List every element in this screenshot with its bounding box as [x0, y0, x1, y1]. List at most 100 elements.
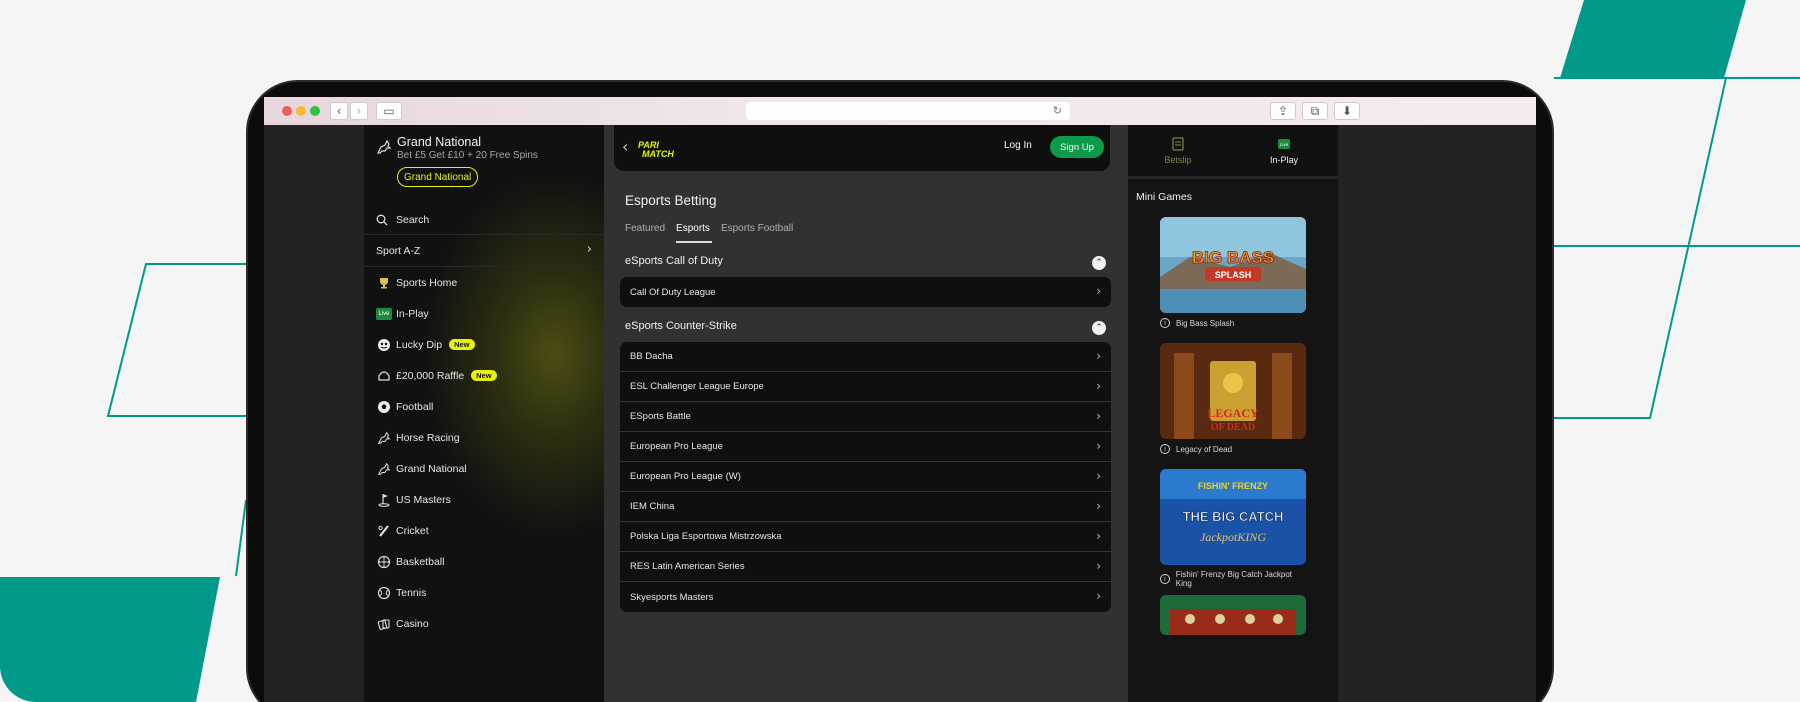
- tabs-button[interactable]: ⧉: [1302, 102, 1328, 120]
- game-thumbnail[interactable]: FISHIN' FRENZY THE BIG CATCH JackpotKING: [1160, 469, 1306, 565]
- sidebar-item-basketball[interactable]: Basketball: [364, 546, 604, 577]
- tab-featured[interactable]: Featured: [625, 223, 665, 234]
- search-icon: [376, 214, 388, 225]
- competition-row[interactable]: European Pro League ›: [620, 432, 1111, 462]
- game-caption: i Legacy of Dead: [1160, 444, 1306, 454]
- competition-row[interactable]: ESports Battle ›: [620, 402, 1111, 432]
- downloads-button[interactable]: ⬇: [1334, 102, 1360, 120]
- chevron-right-icon: ›: [1096, 529, 1101, 543]
- sport-az-item[interactable]: Sport A-Z ›: [364, 235, 604, 267]
- back-arrow-icon[interactable]: ‹: [622, 137, 628, 156]
- sidebar-item-label: £20,000 Raffle: [396, 369, 465, 382]
- thumb-subtitle: THE BIG CATCH: [1183, 509, 1284, 524]
- signup-button[interactable]: Sign Up: [1050, 136, 1104, 158]
- raffle-icon: [375, 367, 393, 385]
- forward-nav-button[interactable]: ›: [350, 102, 368, 120]
- sidebar-item-label: Football: [396, 400, 434, 413]
- section-title-call-of-duty: eSports Call of Duty: [625, 255, 723, 267]
- sidebar-item-grand-national[interactable]: Grand National: [364, 453, 604, 484]
- maximize-window-button[interactable]: [310, 106, 320, 116]
- sidebar-item-raffle[interactable]: £20,000 Raffle New: [364, 360, 604, 391]
- competition-row[interactable]: Call Of Duty League ›: [620, 277, 1111, 307]
- minimize-window-button[interactable]: [296, 106, 306, 116]
- basketball-icon: [375, 553, 393, 571]
- tab-esports[interactable]: Esports: [676, 223, 712, 243]
- info-icon[interactable]: i: [1160, 574, 1170, 584]
- collapse-chevron-up-icon[interactable]: ⌃: [1092, 321, 1106, 335]
- trophy-icon: [375, 274, 393, 292]
- competition-row[interactable]: BB Dacha ›: [620, 342, 1111, 372]
- competition-row[interactable]: ESL Challenger League Europe ›: [620, 372, 1111, 402]
- game-thumbnail[interactable]: [1160, 595, 1306, 635]
- parimatch-logo[interactable]: PARI MATCH: [638, 139, 692, 159]
- chevron-right-icon: ›: [1096, 409, 1101, 423]
- sidebar-item-label: Cricket: [396, 524, 429, 537]
- competition-row[interactable]: RES Latin American Series ›: [620, 552, 1111, 582]
- competition-row[interactable]: IEM China ›: [620, 492, 1111, 522]
- sidebar-item-football[interactable]: Football: [364, 391, 604, 422]
- info-icon[interactable]: i: [1160, 444, 1170, 454]
- login-link[interactable]: Log In: [1004, 140, 1032, 151]
- share-button[interactable]: ⇪: [1270, 102, 1296, 120]
- tab-esports-football[interactable]: Esports Football: [721, 223, 793, 234]
- game-card-partial[interactable]: [1160, 595, 1306, 635]
- sidebar-toggle-button[interactable]: ▭: [376, 102, 402, 120]
- browser-toolbar: ‹ › ▭ ↻ ⇪ ⧉ ⬇: [264, 97, 1536, 125]
- sidebar-item-label: Lucky Dip: [396, 338, 443, 351]
- thumb-title: FISHIN' FRENZY: [1198, 481, 1268, 491]
- game-thumbnail[interactable]: BIG BASS SPLASH: [1160, 217, 1306, 313]
- info-icon[interactable]: i: [1160, 318, 1170, 328]
- inplay-label: In-Play: [1269, 155, 1298, 165]
- chevron-right-icon: ›: [1096, 499, 1101, 513]
- collapse-chevron-up-icon[interactable]: ⌃: [1092, 256, 1106, 270]
- horse-racing-icon: [375, 460, 393, 478]
- sidebar-item-horse-racing[interactable]: Horse Racing: [364, 422, 604, 453]
- sidebar-nav-list: Sports Home Live In-Play Lucky Dip New £…: [364, 267, 604, 639]
- competition-row[interactable]: European Pro League (W) ›: [620, 462, 1111, 492]
- promo-subtitle: Bet £5 Get £10 + 20 Free Spins: [397, 150, 538, 161]
- chevron-right-icon: ›: [1096, 284, 1101, 298]
- close-window-button[interactable]: [282, 106, 292, 116]
- promo-banner[interactable]: Grand National Bet £5 Get £10 + 20 Free …: [364, 125, 604, 205]
- betslip-tab[interactable]: Betslip: [1148, 137, 1208, 165]
- svg-text:Live: Live: [1280, 142, 1289, 147]
- thumb-subtitle: SPLASH: [1215, 270, 1252, 280]
- game-card-legacy-of-dead[interactable]: LEGACY OF DEAD i Legacy of Dead: [1160, 343, 1306, 454]
- live-icon: Live: [1278, 139, 1290, 149]
- sidebar-item-us-masters[interactable]: US Masters: [364, 484, 604, 515]
- game-caption: i Fishin' Frenzy Big Catch Jackpot King: [1160, 570, 1306, 588]
- betslip-label: Betslip: [1164, 155, 1192, 165]
- competition-label: ESL Challenger League Europe: [630, 381, 764, 392]
- casino-icon: [375, 615, 393, 633]
- horse-racing-icon: [375, 429, 393, 447]
- address-bar[interactable]: ↻: [746, 102, 1070, 120]
- chevron-right-icon: ›: [1096, 589, 1101, 603]
- competition-row[interactable]: Polska Liga Esportowa Mistrzowska ›: [620, 522, 1111, 552]
- cricket-icon: [375, 522, 393, 540]
- sidebar-search[interactable]: Search: [364, 205, 604, 235]
- sidebar-item-lucky-dip[interactable]: Lucky Dip New: [364, 329, 604, 360]
- reload-icon[interactable]: ↻: [1053, 104, 1062, 117]
- game-card-fishin-frenzy[interactable]: FISHIN' FRENZY THE BIG CATCH JackpotKING…: [1160, 469, 1306, 588]
- tennis-icon: [375, 584, 393, 602]
- teal-line-left-2: [235, 499, 247, 577]
- promo-button[interactable]: Grand National: [397, 167, 479, 187]
- sidebar-item-in-play[interactable]: Live In-Play: [364, 298, 604, 329]
- page-background: ‹ › ▭ ↻ ⇪ ⧉ ⬇ Grand National Bet £5 Get …: [0, 0, 1800, 702]
- game-thumbnail[interactable]: LEGACY OF DEAD: [1160, 343, 1306, 439]
- game-card-big-bass-splash[interactable]: BIG BASS SPLASH i Big Bass Splash: [1160, 217, 1306, 328]
- live-icon: Live: [375, 305, 393, 323]
- sidebar-item-casino[interactable]: Casino: [364, 608, 604, 639]
- football-icon: [375, 398, 393, 416]
- competition-row[interactable]: Skyesports Masters ›: [620, 582, 1111, 612]
- sidebar-item-cricket[interactable]: Cricket: [364, 515, 604, 546]
- teal-outline-left: [106, 263, 246, 417]
- thumb-title: LEGACY: [1207, 406, 1259, 420]
- sport-az-label: Sport A-Z: [376, 244, 421, 257]
- sidebar-item-sports-home[interactable]: Sports Home: [364, 267, 604, 298]
- back-nav-button[interactable]: ‹: [330, 102, 348, 120]
- inplay-tab[interactable]: Live In-Play: [1254, 137, 1314, 165]
- competition-label: IEM China: [630, 501, 675, 512]
- competition-label: RES Latin American Series: [630, 561, 745, 572]
- sidebar-item-tennis[interactable]: Tennis: [364, 577, 604, 608]
